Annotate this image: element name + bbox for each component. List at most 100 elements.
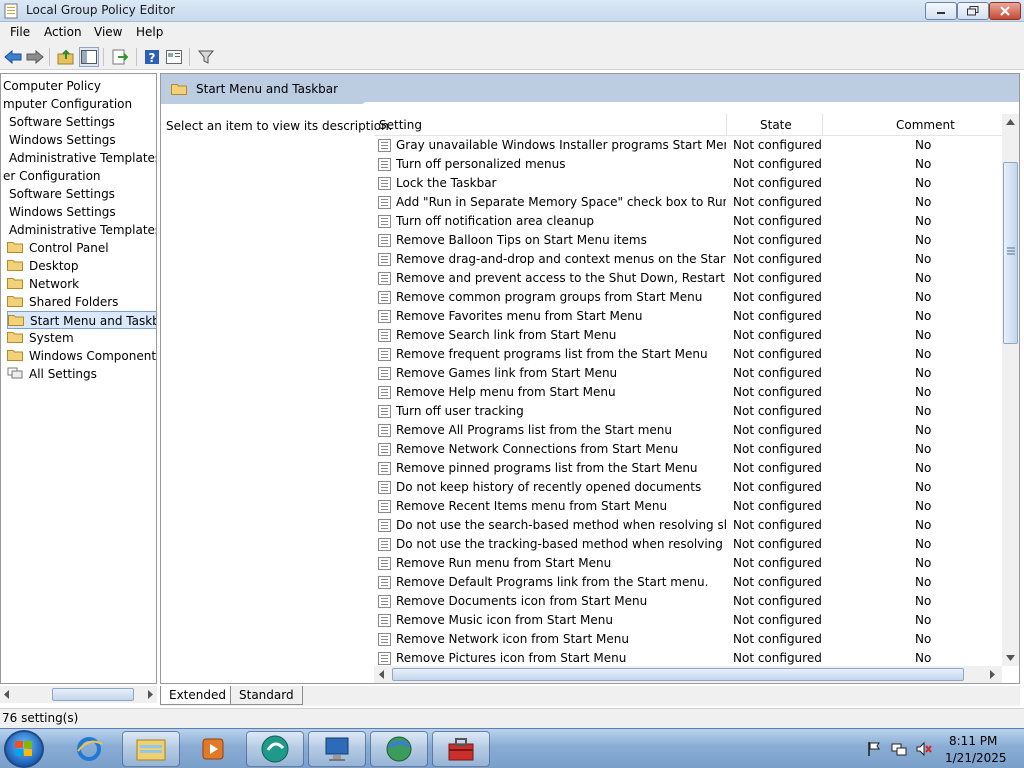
export-list-button[interactable] (110, 47, 130, 67)
title-bar[interactable]: Local Group Policy Editor (0, 0, 1024, 22)
up-one-level-button[interactable] (56, 47, 76, 67)
tree-horizontal-scrollbar[interactable] (0, 686, 157, 703)
taskbar-ie[interactable] (60, 731, 118, 767)
taskbar-app[interactable] (246, 731, 304, 767)
setting-state: Not configured (733, 385, 822, 399)
setting-row[interactable]: Turn off notification area cleanup Not co… (374, 212, 1004, 231)
properties-button[interactable] (164, 47, 184, 67)
setting-row[interactable]: Add "Run in Separate Memory Space" check… (374, 193, 1004, 212)
column-separator[interactable] (726, 114, 727, 136)
menu-file[interactable]: File (10, 25, 30, 39)
setting-row[interactable]: Remove Run menu from Start Menu Not confi… (374, 554, 1004, 573)
navigation-tree[interactable]: Computer Policy mputer Configuration Softw… (0, 73, 157, 684)
tree-item[interactable]: Windows Settings (9, 203, 116, 221)
setting-row[interactable]: Remove pinned programs list from the Sta… (374, 459, 1004, 478)
setting-row[interactable]: Do not use the search-based method when … (374, 516, 1004, 535)
show-hide-tree-icon (81, 50, 97, 64)
tree-item[interactable]: Shared Folders (7, 293, 118, 311)
network-icon[interactable] (891, 741, 907, 757)
tree-scroll-thumb[interactable] (52, 688, 134, 701)
tree-item[interactable]: Control Panel (7, 239, 109, 257)
filter-button[interactable] (196, 47, 216, 67)
column-comment[interactable]: Comment (896, 118, 955, 132)
taskbar-remote-desktop[interactable] (308, 731, 366, 767)
tree-item[interactable]: All Settings (7, 365, 97, 383)
setting-row[interactable]: Turn off user tracking Not configured No (374, 402, 1004, 421)
scroll-right-icon[interactable] (146, 690, 154, 699)
tree-item[interactable]: Computer Policy (3, 77, 101, 95)
show-hide-tree-button[interactable] (79, 47, 99, 67)
tree-item[interactable]: System (7, 329, 74, 347)
setting-row[interactable]: Do not use the tracking-based method whe… (374, 535, 1004, 554)
scroll-left-icon[interactable] (3, 690, 11, 699)
setting-row[interactable]: Lock the Taskbar Not configured No (374, 174, 1004, 193)
tree-item[interactable]: Administrative Templates (9, 149, 156, 167)
tree-item[interactable]: Start Menu and Taskbar (7, 311, 156, 329)
horizontal-scrollbar[interactable] (374, 666, 1002, 683)
setting-row[interactable]: Remove Favorites menu from Start Menu Not… (374, 307, 1004, 326)
setting-row[interactable]: Remove Network icon from Start Menu Not c… (374, 630, 1004, 649)
scroll-down-icon[interactable] (1006, 654, 1015, 662)
tree-item[interactable]: Desktop (7, 257, 79, 275)
action-center-flag-icon[interactable] (866, 741, 882, 757)
menu-help[interactable]: Help (136, 25, 163, 39)
menu-action[interactable]: Action (44, 25, 82, 39)
setting-row[interactable]: Remove and prevent access to the Shut Do… (374, 269, 1004, 288)
close-button[interactable] (989, 2, 1021, 20)
tree-item[interactable]: Software Settings (9, 185, 115, 203)
setting-row[interactable]: Remove Documents icon from Start Menu Not… (374, 592, 1004, 611)
help-button[interactable]: ? (142, 47, 162, 67)
menu-view[interactable]: View (94, 25, 122, 39)
scroll-right-icon[interactable] (988, 670, 996, 679)
column-separator[interactable] (822, 114, 823, 136)
setting-row[interactable]: Do not keep history of recently opened d… (374, 478, 1004, 497)
taskbar-media-player[interactable] (184, 731, 242, 767)
taskbar-browser[interactable] (370, 731, 428, 767)
tree-item[interactable]: Administrative Templates (9, 221, 156, 239)
setting-row[interactable]: Remove drag-and-drop and context menus o… (374, 250, 1004, 269)
tree-item[interactable]: Network (7, 275, 79, 293)
setting-row[interactable]: Remove Balloon Tips on Start Menu items N… (374, 231, 1004, 250)
clock-time[interactable]: 8:11 PM (949, 734, 997, 748)
tree-item[interactable]: mputer Configuration (3, 95, 132, 113)
scroll-up-icon[interactable] (1006, 118, 1015, 126)
toolbar: ? (0, 43, 1024, 70)
policy-setting-icon (378, 519, 391, 532)
clock-date[interactable]: 1/21/2025 (945, 751, 1007, 765)
column-setting[interactable]: Setting (379, 118, 422, 132)
close-icon (1000, 6, 1010, 16)
restore-button[interactable] (957, 2, 989, 20)
horizontal-scroll-thumb[interactable] (392, 668, 964, 681)
details-pane: Start Menu and Taskbar Select an item to… (160, 73, 1020, 684)
forward-button[interactable] (25, 47, 45, 67)
column-state[interactable]: State (760, 118, 792, 132)
scroll-left-icon[interactable] (378, 670, 386, 679)
setting-row[interactable]: Remove Recent Items menu from Start Menu… (374, 497, 1004, 516)
setting-row[interactable]: Remove Network Connections from Start Me… (374, 440, 1004, 459)
vertical-scroll-thumb[interactable] (1003, 162, 1018, 344)
tree-item[interactable]: Windows Settings (9, 131, 116, 149)
setting-row[interactable]: Remove Search link from Start Menu Not co… (374, 326, 1004, 345)
setting-row[interactable]: Turn off personalized menus Not configure… (374, 155, 1004, 174)
setting-row[interactable]: Remove Games link from Start Menu Not con… (374, 364, 1004, 383)
setting-row[interactable]: Remove Music icon from Start Menu Not con… (374, 611, 1004, 630)
setting-row[interactable]: Remove All Programs list from the Start … (374, 421, 1004, 440)
tab-standard[interactable]: Standard (230, 686, 303, 705)
setting-row[interactable]: Gray unavailable Windows Installer progr… (374, 136, 1004, 155)
vertical-scrollbar[interactable] (1002, 114, 1019, 666)
volume-muted-icon[interactable] (916, 741, 932, 757)
tree-item[interactable]: Software Settings (9, 113, 115, 131)
tab-extended[interactable]: Extended (160, 686, 235, 705)
setting-row[interactable]: Remove frequent programs list from the S… (374, 345, 1004, 364)
setting-row[interactable]: Remove Help menu from Start Menu Not conf… (374, 383, 1004, 402)
back-button[interactable] (3, 47, 23, 67)
minimize-button[interactable] (925, 2, 957, 20)
setting-name: Remove Network icon from Start Menu (396, 632, 629, 646)
setting-row[interactable]: Remove common program groups from Start … (374, 288, 1004, 307)
start-button[interactable] (4, 730, 44, 768)
tree-item[interactable]: Windows Components (7, 347, 156, 365)
tree-item[interactable]: er Configuration (3, 167, 101, 185)
setting-row[interactable]: Remove Default Programs link from the St… (374, 573, 1004, 592)
taskbar-toolbox[interactable] (432, 731, 490, 767)
taskbar-explorer[interactable] (122, 731, 180, 767)
